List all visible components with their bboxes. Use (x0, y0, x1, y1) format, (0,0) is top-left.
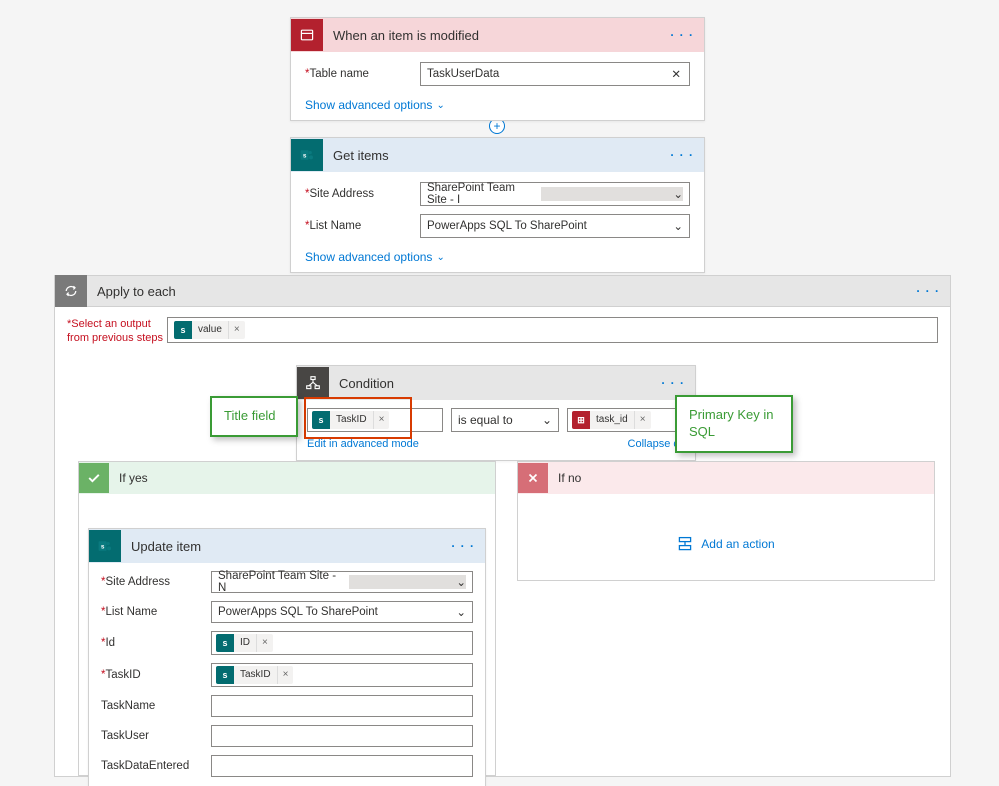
select-output-label: *Select an output from previous steps (67, 317, 167, 345)
edit-advanced-mode-link[interactable]: Edit in advanced mode (307, 438, 419, 450)
remove-token-icon[interactable]: × (256, 634, 273, 652)
condition-card: Condition · · · sTaskID× is equal to⌄ ⊞t… (296, 365, 696, 461)
update-id-label: *Id (101, 637, 211, 649)
if-yes-header[interactable]: If yes (79, 462, 495, 494)
table-name-input[interactable]: TaskUserData ✕ (420, 62, 690, 86)
condition-title: Condition (339, 376, 661, 391)
chevron-down-icon: ⌄ (456, 605, 466, 619)
remove-token-icon[interactable]: × (634, 411, 651, 429)
get-items-card: s Get items · · · *Site Address SharePoi… (290, 137, 705, 273)
site-address-dropdown[interactable]: SharePoint Team Site - I ⌄ (420, 182, 690, 206)
update-list-dropdown[interactable]: PowerApps SQL To SharePoint ⌄ (211, 601, 473, 623)
condition-right-input[interactable]: ⊞task_id× (567, 408, 685, 432)
chevron-down-icon: ⌄ (673, 219, 683, 233)
condition-header[interactable]: Condition · · · (297, 366, 695, 400)
update-item-more-menu[interactable]: · · · (451, 539, 475, 553)
update-taskname-label: TaskName (101, 700, 211, 712)
trigger-card: When an item is modified · · · *Table na… (290, 17, 705, 121)
sharepoint-icon: s (89, 530, 121, 562)
update-taskuser-input[interactable] (211, 725, 473, 747)
remove-token-icon[interactable]: × (228, 321, 245, 339)
svg-text:s: s (101, 543, 105, 550)
svg-text:s: s (303, 152, 307, 159)
update-item-header[interactable]: s Update item · · · (89, 529, 485, 563)
id-token[interactable]: sID× (216, 634, 273, 652)
chevron-down-icon: ⌄ (542, 413, 552, 427)
if-no-title: If no (558, 471, 581, 485)
condition-more-menu[interactable]: · · · (661, 376, 685, 390)
trigger-more-menu[interactable]: · · · (670, 28, 694, 42)
apply-to-each-more-menu[interactable]: · · · (916, 284, 940, 298)
sharepoint-icon: s (291, 139, 323, 171)
clear-icon[interactable]: ✕ (671, 67, 681, 81)
value-token[interactable]: svalue× (174, 321, 245, 339)
taskid-token[interactable]: sTaskID× (312, 411, 389, 429)
condition-left-input[interactable]: sTaskID× (307, 408, 443, 432)
update-taskid-input[interactable]: sTaskID× (211, 663, 473, 687)
update-site-dropdown[interactable]: SharePoint Team Site - N ⌄ (211, 571, 473, 593)
condition-icon (297, 367, 329, 399)
if-yes-title: If yes (119, 471, 148, 485)
x-icon (518, 463, 548, 493)
update-tde-input[interactable] (211, 755, 473, 777)
trigger-header[interactable]: When an item is modified · · · (291, 18, 704, 52)
taskid-token-update[interactable]: sTaskID× (216, 666, 293, 684)
trigger-title: When an item is modified (333, 28, 670, 43)
remove-token-icon[interactable]: × (277, 666, 294, 684)
chevron-down-icon: ⌄ (456, 575, 466, 589)
show-advanced-link[interactable]: Show advanced options⌄ (305, 98, 445, 112)
add-action-link[interactable]: Add an action (518, 536, 934, 552)
annotation-primary-key: Primary Key in SQL (675, 395, 793, 453)
update-id-input[interactable]: sID× (211, 631, 473, 655)
check-icon (79, 463, 109, 493)
update-site-label: *Site Address (101, 576, 211, 588)
apply-to-each-title: Apply to each (97, 284, 916, 299)
apply-to-each-header[interactable]: Apply to each · · · (54, 275, 951, 307)
update-item-title: Update item (131, 539, 451, 554)
update-taskuser-label: TaskUser (101, 730, 211, 742)
chevron-down-icon: ⌄ (673, 187, 683, 201)
chevron-down-icon: ⌄ (436, 100, 444, 111)
list-name-dropdown[interactable]: PowerApps SQL To SharePoint ⌄ (420, 214, 690, 238)
sql-icon (291, 19, 323, 51)
if-no-branch: If no Add an action (517, 461, 935, 581)
get-items-header[interactable]: s Get items · · · (291, 138, 704, 172)
loop-icon (55, 275, 87, 307)
update-list-label: *List Name (101, 606, 211, 618)
update-taskid-label: *TaskID (101, 669, 211, 681)
annotation-title-field: Title field (210, 396, 298, 437)
get-items-title: Get items (333, 148, 670, 163)
select-output-input[interactable]: svalue× (167, 317, 938, 343)
if-no-header[interactable]: If no (518, 462, 934, 494)
site-address-label: *Site Address (305, 188, 420, 200)
condition-operator-dropdown[interactable]: is equal to⌄ (451, 408, 559, 432)
remove-token-icon[interactable]: × (373, 411, 390, 429)
list-name-label: *List Name (305, 220, 420, 232)
update-tde-label: TaskDataEntered (101, 760, 211, 772)
update-taskname-input[interactable] (211, 695, 473, 717)
update-item-card: s Update item · · · *Site Address ShareP… (88, 528, 486, 786)
get-items-advanced-link[interactable]: Show advanced options⌄ (305, 250, 445, 264)
chevron-down-icon: ⌄ (436, 252, 444, 263)
table-name-label: *Table name (305, 68, 420, 80)
task-id-sql-token[interactable]: ⊞task_id× (572, 411, 651, 429)
get-items-more-menu[interactable]: · · · (670, 148, 694, 162)
